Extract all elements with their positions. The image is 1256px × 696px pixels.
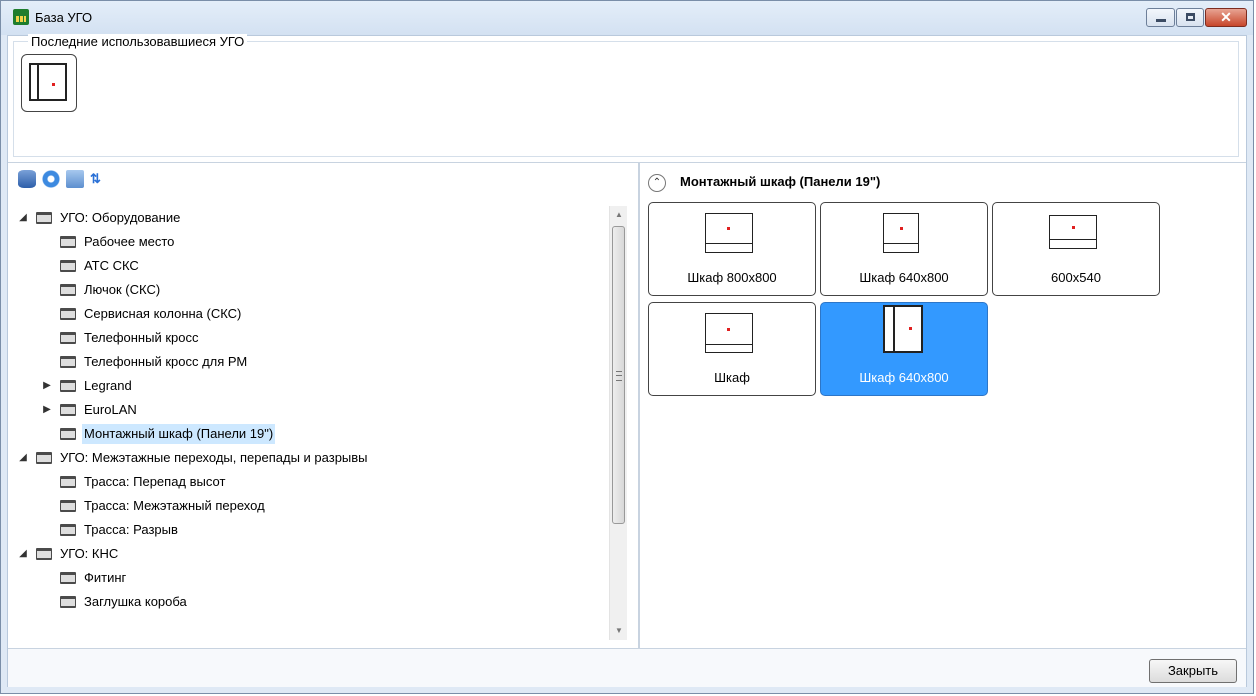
cabinet-symbol-icon	[883, 213, 919, 253]
folder-icon	[36, 452, 52, 464]
tree-scrollbar[interactable]: ▲ ▼	[609, 206, 627, 640]
folder-icon	[60, 524, 76, 536]
tree-label: УГО: Межэтажные переходы, перепады и раз…	[60, 450, 368, 465]
maximize-icon	[1186, 13, 1195, 21]
expand-arrow-icon[interactable]: ◢	[16, 542, 30, 566]
tree-label: АТС СКС	[84, 258, 139, 273]
tree-label: УГО: Оборудование	[60, 210, 181, 225]
tile-label: Шкаф 640x800	[859, 270, 949, 285]
folder-icon	[60, 500, 76, 512]
symbol-tile[interactable]: Шкаф	[648, 302, 816, 396]
expand-arrow-icon[interactable]: ◢	[16, 446, 30, 470]
recent-section: Последние использовавшиеся УГО	[8, 34, 1246, 163]
database-icon[interactable]	[18, 170, 36, 188]
window: База УГО ✕ Последние использовавшиеся УГ…	[0, 0, 1254, 694]
tree-label: Сервисная колонна (СКС)	[84, 306, 242, 321]
tree-label: Телефонный кросс	[84, 330, 199, 345]
folder-icon	[60, 284, 76, 296]
tree-label: Лючок (СКС)	[84, 282, 161, 297]
tree-label: Монтажный шкаф (Панели 19")	[82, 424, 276, 444]
cabinet-symbol-icon	[1049, 215, 1097, 249]
left-panel: ⇅ ◢ УГО: Оборудование Рабочее место АТС С…	[8, 162, 640, 648]
folder-icon	[60, 572, 76, 584]
tree-label: Фитинг	[84, 570, 127, 585]
tree-label: Заглушка короба	[84, 594, 187, 609]
symbol-tile[interactable]: Шкаф 800x800	[648, 202, 816, 296]
tree-label: Телефонный кросс для РМ	[84, 354, 248, 369]
cabinet-symbol-icon	[705, 213, 753, 253]
folder-icon	[60, 332, 76, 344]
selected-symbol-tile[interactable]: Шкаф 640x800	[820, 302, 988, 396]
cabinet-symbol-icon	[705, 313, 753, 353]
tree-label: Трасса: Разрыв	[84, 522, 178, 537]
folder-icon	[60, 596, 76, 608]
folder-icon	[60, 260, 76, 272]
recent-label: Последние использовавшиеся УГО	[28, 34, 248, 49]
cabinet-symbol-icon	[883, 305, 923, 353]
symbol-tile[interactable]: Шкаф 640x800	[820, 202, 988, 296]
folder-icon	[36, 548, 52, 560]
expand-arrow-icon[interactable]: ◢	[16, 206, 30, 230]
cabinet-symbol-icon	[29, 63, 67, 101]
sort-icon[interactable]: ⇅	[90, 170, 108, 188]
folder-icon	[60, 356, 76, 368]
symbol-gallery: ⌃ Монтажный шкаф (Панели 19") Шкаф 800x8…	[640, 162, 1246, 648]
scroll-down-icon[interactable]: ▼	[610, 622, 628, 640]
folder-icon	[60, 428, 76, 440]
tree-label: Трасса: Перепад высот	[84, 474, 226, 489]
dialog-content: Последние использовавшиеся УГО ⇅ ◢ УГО: О…	[7, 34, 1247, 687]
tile-label: Шкаф	[714, 370, 750, 385]
folder-icon	[36, 212, 52, 224]
tile-label: Шкаф 640x800	[859, 370, 949, 385]
scroll-thumb[interactable]	[612, 226, 625, 524]
folder-icon	[60, 380, 76, 392]
minimize-icon	[1156, 19, 1166, 22]
recent-groupbox: Последние использовавшиеся УГО	[13, 34, 1239, 157]
close-icon: ✕	[1220, 9, 1232, 25]
recent-symbol-tile[interactable]	[21, 54, 77, 112]
scroll-up-icon[interactable]: ▲	[610, 206, 628, 224]
tree-label: Трасса: Межэтажный переход	[84, 498, 265, 513]
expand-arrow-icon[interactable]: ▶	[40, 398, 54, 422]
expand-arrow-icon[interactable]: ▶	[40, 374, 54, 398]
folder-icon	[60, 476, 76, 488]
folder-icon	[60, 404, 76, 416]
screen-refresh-icon[interactable]	[66, 170, 84, 188]
tile-label: Шкаф 800x800	[687, 270, 777, 285]
folder-icon	[60, 308, 76, 320]
symbol-tile[interactable]: 600x540	[992, 202, 1160, 296]
minimize-button[interactable]	[1146, 8, 1175, 27]
tile-label: 600x540	[1051, 270, 1101, 285]
close-window-button[interactable]: ✕	[1205, 8, 1247, 27]
tree-label: Legrand	[84, 378, 132, 393]
grip-icon	[616, 371, 622, 381]
dialog-footer: Закрыть	[8, 648, 1246, 687]
tree-label: EuroLAN	[84, 402, 137, 417]
tree-label: Рабочее место	[84, 234, 175, 249]
maximize-button[interactable]	[1176, 8, 1204, 27]
chevron-up-icon[interactable]: ⌃	[648, 174, 666, 192]
close-button[interactable]: Закрыть	[1149, 659, 1237, 683]
category-tree[interactable]: ◢ УГО: Оборудование Рабочее место АТС СКС…	[16, 206, 606, 640]
refresh-icon[interactable]	[42, 170, 60, 188]
window-title: База УГО	[35, 10, 93, 25]
title-bar: База УГО ✕	[1, 1, 1253, 35]
group-title: Монтажный шкаф (Панели 19")	[680, 174, 881, 189]
app-icon	[13, 9, 29, 25]
folder-icon	[60, 236, 76, 248]
tree-label: УГО: КНС	[60, 546, 119, 561]
